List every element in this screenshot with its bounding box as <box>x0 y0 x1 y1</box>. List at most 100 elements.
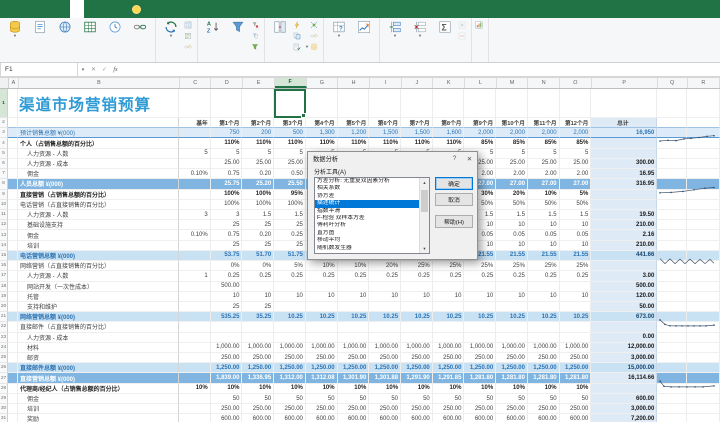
cell-M23[interactable] <box>496 333 528 343</box>
cell-L23[interactable] <box>464 333 496 343</box>
cell-L22[interactable] <box>464 322 496 332</box>
cell-O2[interactable]: 第12个月 <box>560 118 592 128</box>
cell-D4[interactable]: 110% <box>211 138 243 148</box>
cell-D27[interactable]: 1,839.00 <box>211 373 243 383</box>
from-web-button[interactable] <box>53 19 77 34</box>
cell-E11[interactable]: 1.5 <box>242 210 274 220</box>
cell-I28[interactable]: 10% <box>369 384 401 394</box>
cell-O23[interactable] <box>560 333 592 343</box>
cell-O3[interactable]: 2,000 <box>560 128 592 138</box>
cell-N8[interactable]: 27.00 <box>528 179 560 189</box>
cell-H28[interactable]: 10% <box>338 384 370 394</box>
cell-O27[interactable]: 1,281.80 <box>560 373 592 383</box>
cell-Q29[interactable] <box>657 394 687 404</box>
row-header-2[interactable]: 2 <box>0 118 8 128</box>
cell-J27[interactable]: 1,291.90 <box>401 373 433 383</box>
fill-handle[interactable] <box>301 113 306 118</box>
cell-B18[interactable]: 网站开发（一次性成本） <box>18 282 179 292</box>
cell-H20[interactable] <box>338 302 370 312</box>
from-table-range-button[interactable] <box>78 19 102 34</box>
cell-C19[interactable] <box>179 292 211 302</box>
filter-button[interactable] <box>226 19 250 34</box>
cell-C12[interactable] <box>179 220 211 230</box>
cell-R1[interactable] <box>687 89 719 118</box>
cell-N22[interactable] <box>528 322 560 332</box>
cell-D10[interactable]: 100% <box>211 200 243 210</box>
cell-I17[interactable]: 0.25 <box>369 271 401 281</box>
cell-E6[interactable]: 25.00 <box>242 159 274 169</box>
cell-R13[interactable] <box>687 230 719 240</box>
cell-F22[interactable] <box>274 322 306 332</box>
cell-L29[interactable]: 50 <box>464 394 496 404</box>
get-data-button[interactable]: ▼ <box>3 19 27 37</box>
scroll-down-icon[interactable]: ▼ <box>420 244 429 253</box>
cell-R12[interactable] <box>687 220 719 230</box>
tab-page-layout[interactable] <box>42 0 56 18</box>
cell-C1[interactable] <box>179 89 211 118</box>
cell-P31[interactable]: 7,200.00 <box>591 414 657 422</box>
cell-N29[interactable]: 50 <box>528 394 560 404</box>
cancel-entry-icon[interactable]: ✕ <box>88 63 99 77</box>
cell-C22[interactable] <box>179 322 211 332</box>
cell-N6[interactable]: 25.00 <box>528 159 560 169</box>
cell-L24[interactable]: 1,000.00 <box>464 343 496 353</box>
cell-D18[interactable]: 500.00 <box>211 282 243 292</box>
tab-formulas[interactable] <box>56 0 70 18</box>
cell-K21[interactable]: 10.25 <box>433 312 465 322</box>
cell-A16[interactable] <box>8 261 18 271</box>
name-box-dropdown-icon[interactable]: ▾ <box>78 63 88 77</box>
cell-M16[interactable]: 25% <box>496 261 528 271</box>
cell-D20[interactable]: 25 <box>211 302 243 312</box>
cell-E24[interactable]: 1,000.00 <box>242 343 274 353</box>
cell-B24[interactable]: 材料 <box>18 343 179 353</box>
cell-L28[interactable]: 10% <box>464 384 496 394</box>
cell-L19[interactable]: 10 <box>464 292 496 302</box>
cell-P17[interactable]: 3.00 <box>591 271 657 281</box>
cell-E28[interactable]: 10% <box>242 384 274 394</box>
cell-B2[interactable] <box>18 118 179 128</box>
cell-R7[interactable] <box>687 169 719 179</box>
cell-G1[interactable] <box>306 89 338 118</box>
cell-D12[interactable]: 25 <box>211 220 243 230</box>
cell-P26[interactable]: 15,000.00 <box>591 363 657 373</box>
cell-F2[interactable]: 第3个月 <box>274 118 306 128</box>
row-header-20[interactable]: 20 <box>0 302 8 312</box>
cell-C21[interactable] <box>179 312 211 322</box>
reapply-filter-button[interactable] <box>251 30 261 41</box>
cell-Q11[interactable] <box>657 210 687 220</box>
cell-B27[interactable]: 直接营销总额 ¥(000) <box>18 373 179 383</box>
tab-review[interactable] <box>84 0 98 18</box>
column-header-H[interactable]: H <box>338 78 370 88</box>
cell-A2[interactable] <box>8 118 18 128</box>
cell-I25[interactable]: 250.00 <box>369 353 401 363</box>
cell-D25[interactable]: 250.00 <box>211 353 243 363</box>
row-header-9[interactable]: 9 <box>0 190 8 200</box>
cell-Q1[interactable] <box>657 89 687 118</box>
column-header-A[interactable]: A <box>9 78 19 88</box>
cell-B26[interactable]: 直接邮件总额 ¥(000) <box>18 363 179 373</box>
what-if-analysis-button[interactable]: ?▼ <box>327 19 351 37</box>
row-header-30[interactable]: 30 <box>0 404 8 414</box>
cell-P8[interactable]: 316.95 <box>591 179 657 189</box>
cell-C3[interactable] <box>179 128 211 138</box>
cell-A11[interactable] <box>8 210 18 220</box>
cell-F30[interactable]: 250.00 <box>274 404 306 414</box>
cell-A25[interactable] <box>8 353 18 363</box>
insert-function-icon[interactable]: fx <box>110 63 121 77</box>
cell-G30[interactable]: 250.00 <box>306 404 338 414</box>
cell-P28[interactable] <box>591 384 657 394</box>
cell-N14[interactable]: 10 <box>528 241 560 251</box>
cell-J4[interactable]: 110% <box>401 138 433 148</box>
row-header-22[interactable]: 22 <box>0 322 8 332</box>
row-header-6[interactable]: 6 <box>0 159 8 169</box>
cell-P4[interactable] <box>591 138 657 148</box>
cell-D28[interactable]: 10% <box>211 384 243 394</box>
cell-E8[interactable]: 25.20 <box>242 179 274 189</box>
cell-A7[interactable] <box>8 169 18 179</box>
row-header-29[interactable]: 29 <box>0 394 8 404</box>
cell-P7[interactable]: 16.95 <box>591 169 657 179</box>
cell-G28[interactable]: 10% <box>306 384 338 394</box>
cell-F16[interactable]: 5% <box>274 261 306 271</box>
cell-C16[interactable] <box>179 261 211 271</box>
cell-N1[interactable] <box>528 89 560 118</box>
